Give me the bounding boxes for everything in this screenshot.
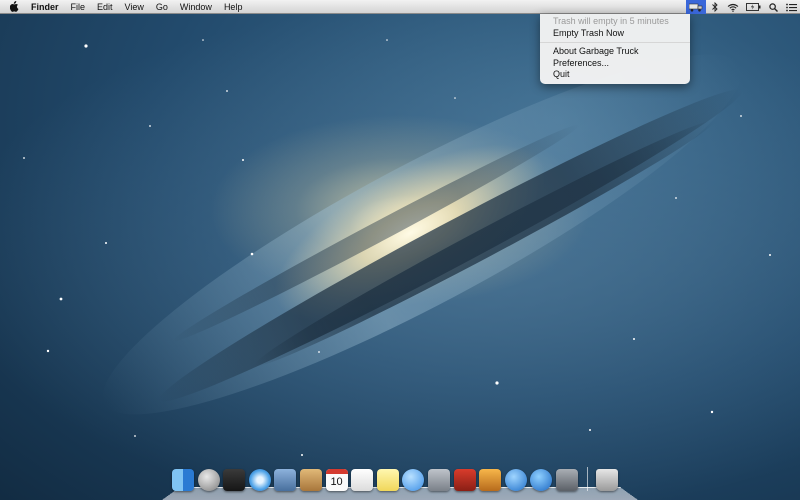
menu-file[interactable]: File bbox=[65, 0, 92, 14]
trash-status-item: Trash will empty in 5 minutes bbox=[553, 16, 669, 26]
safari-icon[interactable] bbox=[248, 469, 271, 491]
menu-separator bbox=[540, 42, 690, 43]
menu-view[interactable]: View bbox=[119, 0, 150, 14]
notes-icon[interactable] bbox=[376, 469, 399, 491]
garbage-truck-menu: Trash will empty in 5 minutes Empty Tras… bbox=[540, 14, 690, 84]
bluetooth-icon[interactable] bbox=[706, 0, 724, 14]
status-menus bbox=[686, 0, 800, 14]
mail-icon[interactable] bbox=[274, 469, 297, 491]
empty-trash-now-item[interactable]: Empty Trash Now bbox=[540, 28, 690, 40]
preferences-item[interactable]: Preferences... bbox=[540, 58, 690, 70]
battery-icon[interactable] bbox=[742, 0, 764, 14]
contacts-icon[interactable] bbox=[299, 469, 322, 491]
quit-item[interactable]: Quit bbox=[540, 69, 690, 81]
menu-window[interactable]: Window bbox=[174, 0, 218, 14]
system-preferences-icon[interactable] bbox=[555, 469, 578, 491]
garbage-truck-icon[interactable] bbox=[686, 0, 706, 14]
notification-center-icon[interactable] bbox=[782, 0, 800, 14]
menu-app-name[interactable]: Finder bbox=[25, 0, 65, 14]
mission-control-icon[interactable] bbox=[223, 469, 246, 491]
menu-go[interactable]: Go bbox=[150, 0, 174, 14]
dock: 10 bbox=[158, 465, 642, 500]
about-item[interactable]: About Garbage Truck bbox=[540, 46, 690, 58]
menu-bar: Finder File Edit View Go Window Help bbox=[0, 0, 800, 14]
wifi-icon[interactable] bbox=[724, 0, 742, 14]
search-icon[interactable] bbox=[764, 0, 782, 14]
facetime-icon[interactable] bbox=[427, 469, 450, 491]
iphoto-icon[interactable] bbox=[479, 469, 502, 491]
messages-icon[interactable] bbox=[402, 469, 425, 491]
itunes-icon[interactable] bbox=[504, 469, 527, 491]
menu-edit[interactable]: Edit bbox=[91, 0, 119, 14]
photo-booth-icon[interactable] bbox=[453, 469, 476, 491]
reminders-icon[interactable] bbox=[351, 469, 374, 491]
calendar-icon[interactable]: 10 bbox=[325, 469, 348, 491]
calendar-day-label: 10 bbox=[330, 476, 343, 488]
menu-help[interactable]: Help bbox=[218, 0, 249, 14]
apple-menu-icon[interactable] bbox=[10, 1, 19, 12]
dock-separator bbox=[586, 467, 588, 491]
trash-icon[interactable] bbox=[595, 469, 618, 491]
finder-icon[interactable] bbox=[172, 469, 194, 491]
app-store-icon[interactable] bbox=[530, 469, 553, 491]
launchpad-icon[interactable] bbox=[197, 469, 220, 491]
